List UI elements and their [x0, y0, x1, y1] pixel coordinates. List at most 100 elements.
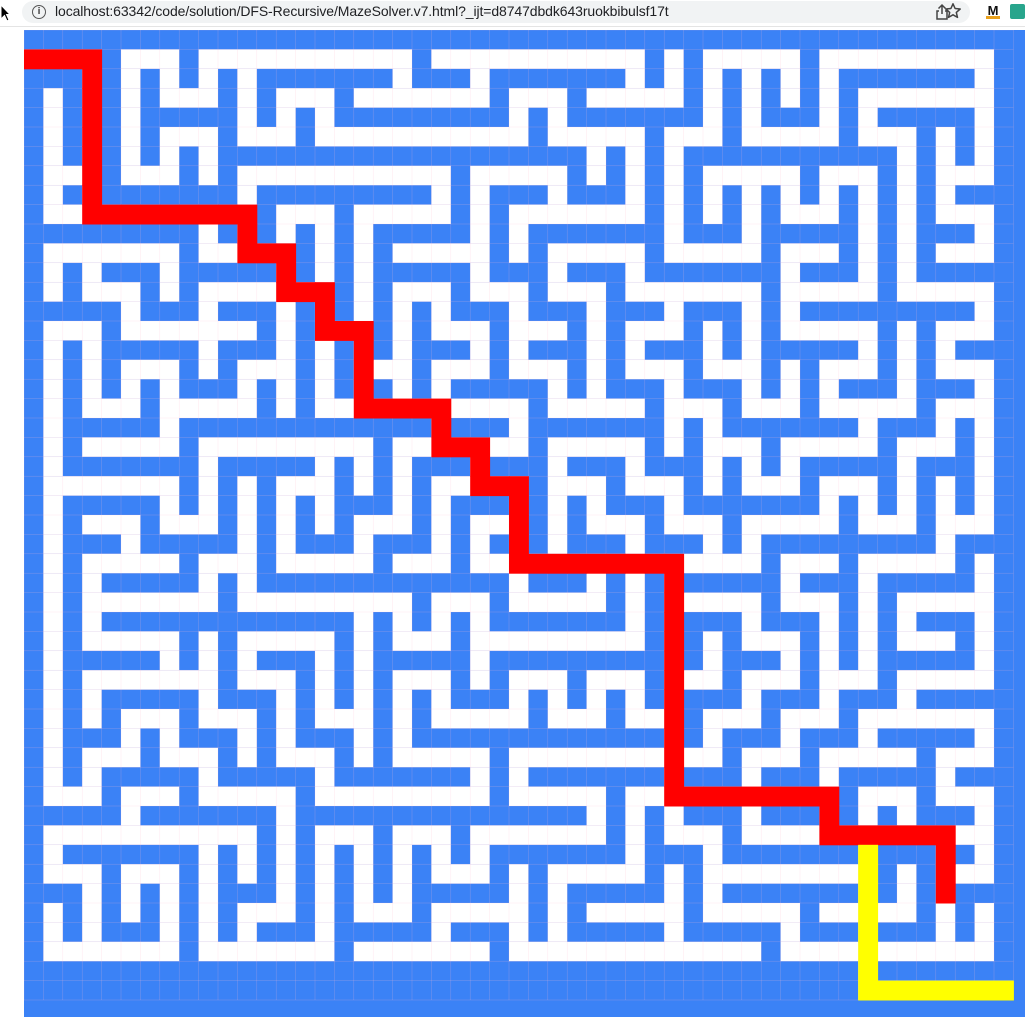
maze-passage [353, 864, 374, 884]
maze-passage [315, 689, 335, 709]
maze-passage [470, 844, 490, 865]
info-circle-icon[interactable]: i [32, 5, 46, 19]
maze-passage [974, 476, 994, 496]
maze-passage [935, 340, 956, 360]
maze-passage [43, 398, 63, 418]
maze-passage [159, 379, 180, 399]
maze-passage [198, 68, 218, 89]
maze-passage [121, 127, 141, 147]
maze-passage [121, 165, 180, 186]
extension-m-icon[interactable]: M [986, 4, 1000, 19]
maze-passage [315, 767, 335, 787]
maze-passage [159, 127, 218, 147]
maze-passage [819, 359, 878, 380]
maze-passage [935, 515, 994, 535]
maze-passage [82, 437, 180, 457]
maze-passage [780, 262, 800, 283]
maze-passage [353, 689, 374, 709]
maze-passage [780, 301, 800, 321]
maze-passage [43, 515, 63, 535]
maze-passage [819, 379, 839, 399]
solution-path-cell [509, 476, 529, 497]
maze-passage [82, 573, 102, 593]
maze-passage [121, 806, 141, 826]
maze-passage [431, 612, 451, 632]
maze-passage [353, 883, 374, 903]
solution-path-cell [664, 592, 685, 613]
maze-passage [43, 379, 63, 399]
maze-passage [431, 592, 490, 612]
maze-passage [43, 340, 63, 360]
maze-passage [82, 379, 102, 399]
maze-passage [897, 262, 917, 283]
maze-passage [974, 903, 994, 923]
maze-passage [547, 282, 606, 302]
maze-passage [353, 282, 374, 302]
maze-passage [664, 864, 684, 884]
maze-passage [431, 185, 451, 205]
maze-passage [353, 476, 374, 496]
maze-passage [664, 68, 684, 89]
maze-passage [741, 476, 800, 496]
maze-passage [935, 146, 956, 166]
maze-passage [392, 825, 451, 845]
maze-passage [897, 456, 917, 477]
maze-passage [586, 806, 606, 826]
solution-path-cell [256, 243, 277, 264]
solution-path-cell [373, 398, 394, 419]
maze-passage [625, 689, 645, 709]
maze-passage [664, 204, 684, 224]
maze-passage [897, 612, 917, 632]
maze-passage [431, 864, 490, 884]
maze-passage [121, 321, 257, 341]
maze-passage [470, 224, 490, 244]
maze-passage [625, 262, 645, 283]
maze-passage [935, 321, 994, 341]
maze-passage [82, 553, 180, 574]
solution-path-cell [431, 437, 452, 458]
address-bar[interactable]: i localhost:63342/code/solution/DFS-Recu… [22, 1, 970, 23]
maze-passage [276, 321, 296, 341]
maze-passage [43, 262, 63, 283]
star-icon[interactable] [944, 2, 962, 20]
maze-passage [741, 747, 800, 768]
solution-path-cell [664, 631, 685, 652]
solution-path-cell [509, 515, 529, 535]
maze-passage [43, 612, 63, 632]
maze-passage [547, 243, 645, 263]
maze-passage [509, 321, 568, 341]
solution-path-cell [819, 825, 840, 846]
maze-passage [664, 825, 723, 845]
maze-passage [121, 359, 180, 380]
maze-passage [237, 68, 257, 89]
maze-passage [198, 767, 218, 787]
maze-passage [276, 224, 296, 244]
maze-passage [276, 88, 335, 108]
maze-passage [858, 418, 878, 438]
maze-passage [121, 88, 141, 108]
maze-passage [43, 650, 63, 671]
solution-path-cell [276, 262, 297, 283]
maze-passage [547, 437, 645, 457]
solution-path-cell [315, 321, 335, 341]
url-text[interactable]: localhost:63342/code/solution/DFS-Recurs… [55, 3, 669, 19]
maze-passage [82, 747, 141, 768]
maze-passage [43, 689, 63, 709]
maze-passage [664, 883, 684, 903]
maze-passage [509, 786, 606, 806]
maze-passage [703, 165, 800, 186]
maze-passage [586, 340, 606, 360]
maze-passage [237, 670, 296, 690]
solution-path-cell [606, 553, 626, 574]
maze-passage [664, 398, 723, 418]
maze-passage [276, 883, 296, 903]
extension-icon[interactable] [1010, 4, 1025, 19]
solution-path-cell [935, 883, 956, 904]
maze-passage [625, 165, 645, 186]
maze-passage [392, 747, 490, 768]
maze-passage [547, 903, 568, 923]
maze-passage [703, 883, 723, 903]
maze-passage [470, 631, 645, 651]
maze-passage [897, 224, 917, 244]
maze-passage [547, 515, 568, 535]
